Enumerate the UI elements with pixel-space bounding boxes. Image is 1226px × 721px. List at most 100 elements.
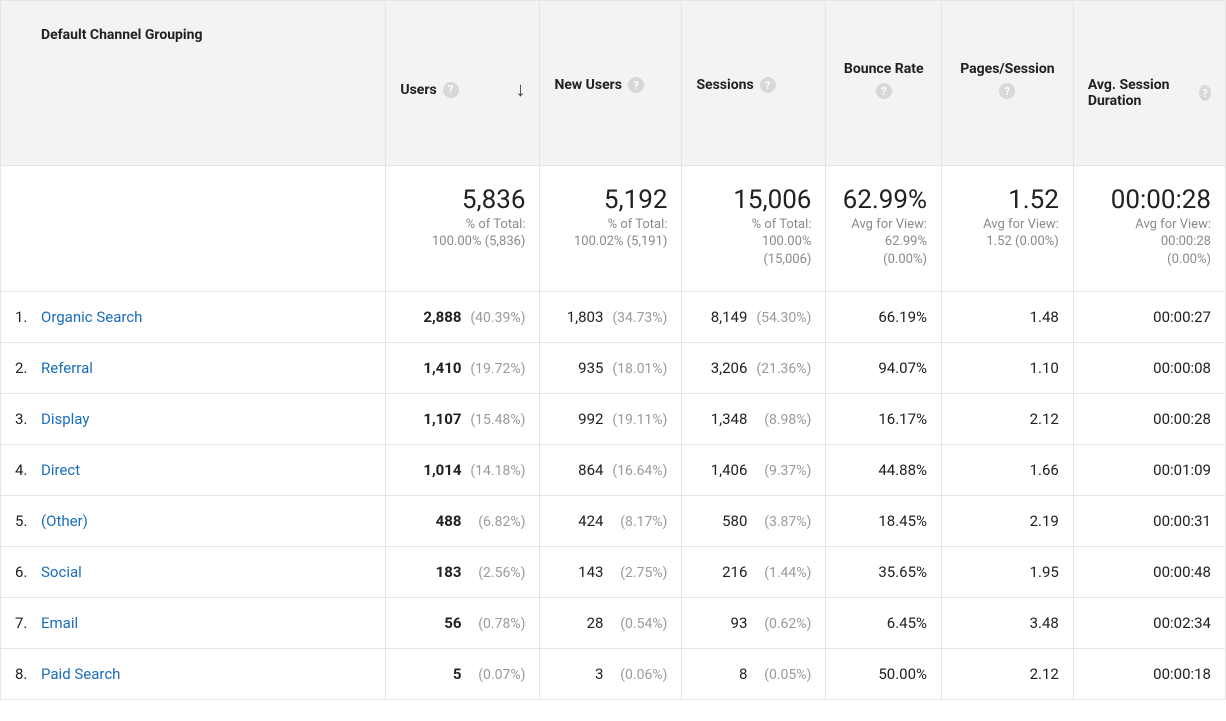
col-header-avg-duration[interactable]: Avg. Session Duration ? <box>1073 1 1225 166</box>
channel-link[interactable]: (Other) <box>41 512 88 530</box>
pages-value: 2.12 <box>1030 665 1059 683</box>
sessions-cell: 580(3.87%) <box>682 495 826 546</box>
users-value: 1,410 <box>423 359 461 377</box>
row-number: 4. <box>15 461 41 479</box>
pages-cell: 1.10 <box>942 342 1074 393</box>
new-users-pct: (0.06%) <box>603 667 667 683</box>
users-pct: (2.56%) <box>461 565 525 581</box>
summary-sub: (0.00%) <box>1088 251 1211 269</box>
new-users-value: 935 <box>578 359 603 377</box>
new-users-value: 28 <box>587 614 604 632</box>
summary-value: 00:00:28 <box>1088 186 1211 216</box>
users-value: 56 <box>444 614 461 632</box>
bounce-value: 66.19% <box>878 308 927 326</box>
help-icon[interactable]: ? <box>1199 85 1211 101</box>
table-row: 7.Email56(0.78%)28(0.54%)93(0.62%)6.45%3… <box>1 597 1226 648</box>
summary-sub: 62.99% <box>840 233 927 251</box>
col-header-users[interactable]: Users ? ↓ <box>386 1 540 166</box>
dimension-cell: 4.Direct <box>1 444 386 495</box>
pages-cell: 1.95 <box>942 546 1074 597</box>
sessions-value: 1,406 <box>711 461 748 479</box>
channel-link[interactable]: Display <box>41 410 89 428</box>
col-header-dimension[interactable]: Default Channel Grouping <box>1 1 386 166</box>
summary-bounce-rate: 62.99% Avg for View: 62.99% (0.00%) <box>826 166 942 292</box>
users-cell: 1,014(14.18%) <box>386 444 540 495</box>
pages-cell: 2.12 <box>942 648 1074 699</box>
summary-dimension-cell <box>1 166 386 292</box>
sessions-value: 93 <box>731 614 748 632</box>
dimension-cell: 3.Display <box>1 393 386 444</box>
table-row: 1.Organic Search2,888(40.39%)1,803(34.73… <box>1 291 1226 342</box>
new-users-value: 1,803 <box>567 308 604 326</box>
summary-sub: 100.00% (5,836) <box>400 233 525 251</box>
help-icon[interactable]: ? <box>999 83 1015 99</box>
help-icon[interactable]: ? <box>443 82 459 98</box>
new-users-pct: (34.73%) <box>603 310 667 326</box>
col-header-bounce-rate[interactable]: Bounce Rate ? <box>826 1 942 166</box>
help-icon[interactable]: ? <box>760 77 776 93</box>
users-value: 488 <box>436 512 462 530</box>
summary-row: 5,836 % of Total: 100.00% (5,836) 5,192 … <box>1 166 1226 292</box>
new-users-pct: (2.75%) <box>603 565 667 581</box>
channel-link[interactable]: Social <box>41 563 82 581</box>
summary-sub: % of Total: <box>554 216 667 234</box>
channel-link[interactable]: Paid Search <box>41 665 120 683</box>
channel-link[interactable]: Organic Search <box>41 308 142 326</box>
summary-sub: Avg for View: <box>956 216 1059 234</box>
summary-avg-duration: 00:00:28 Avg for View: 00:00:28 (0.00%) <box>1073 166 1225 292</box>
sessions-value: 8 <box>739 665 747 683</box>
dimension-cell: 8.Paid Search <box>1 648 386 699</box>
col-header-label: Pages/Session <box>956 61 1059 77</box>
table-row: 6.Social183(2.56%)143(2.75%)216(1.44%)35… <box>1 546 1226 597</box>
new-users-cell: 935(18.01%) <box>540 342 682 393</box>
bounce-value: 16.17% <box>878 410 927 428</box>
new-users-cell: 992(19.11%) <box>540 393 682 444</box>
pages-value: 1.95 <box>1030 563 1059 581</box>
duration-value: 00:00:27 <box>1153 308 1211 326</box>
bounce-cell: 6.45% <box>826 597 942 648</box>
duration-cell: 00:02:34 <box>1073 597 1225 648</box>
users-pct: (0.07%) <box>461 667 525 683</box>
table-row: 2.Referral1,410(19.72%)935(18.01%)3,206(… <box>1 342 1226 393</box>
users-pct: (14.18%) <box>461 463 525 479</box>
sessions-pct: (3.87%) <box>747 514 811 530</box>
summary-value: 15,006 <box>696 186 811 216</box>
channel-link[interactable]: Referral <box>41 359 93 377</box>
bounce-cell: 35.65% <box>826 546 942 597</box>
summary-sub: 1.52 (0.00%) <box>956 233 1059 251</box>
summary-sub: (15,006) <box>696 251 811 269</box>
summary-pages-session: 1.52 Avg for View: 1.52 (0.00%) <box>942 166 1074 292</box>
sort-desc-icon: ↓ <box>509 77 525 102</box>
channel-link[interactable]: Direct <box>41 461 80 479</box>
summary-sessions: 15,006 % of Total: 100.00% (15,006) <box>682 166 826 292</box>
bounce-value: 50.00% <box>878 665 927 683</box>
sessions-pct: (9.37%) <box>747 463 811 479</box>
sessions-value: 1,348 <box>711 410 748 428</box>
sessions-pct: (0.62%) <box>747 616 811 632</box>
new-users-pct: (18.01%) <box>603 361 667 377</box>
table-row: 8.Paid Search5(0.07%)3(0.06%)8(0.05%)50.… <box>1 648 1226 699</box>
col-header-pages-session[interactable]: Pages/Session ? <box>942 1 1074 166</box>
help-icon[interactable]: ? <box>628 77 644 93</box>
bounce-cell: 18.45% <box>826 495 942 546</box>
duration-value: 00:00:08 <box>1153 359 1211 377</box>
users-value: 1,014 <box>423 461 461 479</box>
summary-sub: Avg for View: <box>840 216 927 234</box>
help-icon[interactable]: ? <box>876 83 892 99</box>
new-users-cell: 864(16.64%) <box>540 444 682 495</box>
bounce-value: 94.07% <box>878 359 927 377</box>
row-number: 1. <box>15 308 41 326</box>
col-header-new-users[interactable]: New Users ? <box>540 1 682 166</box>
col-header-label: Sessions <box>696 77 753 93</box>
duration-cell: 00:01:09 <box>1073 444 1225 495</box>
sessions-pct: (54.30%) <box>747 310 811 326</box>
duration-cell: 00:00:18 <box>1073 648 1225 699</box>
col-header-sessions[interactable]: Sessions ? <box>682 1 826 166</box>
new-users-value: 992 <box>578 410 603 428</box>
dimension-cell: 6.Social <box>1 546 386 597</box>
col-header-label: Users <box>400 82 436 98</box>
new-users-cell: 1,803(34.73%) <box>540 291 682 342</box>
bounce-value: 6.45% <box>887 614 927 632</box>
channel-link[interactable]: Email <box>41 614 78 632</box>
bounce-cell: 44.88% <box>826 444 942 495</box>
